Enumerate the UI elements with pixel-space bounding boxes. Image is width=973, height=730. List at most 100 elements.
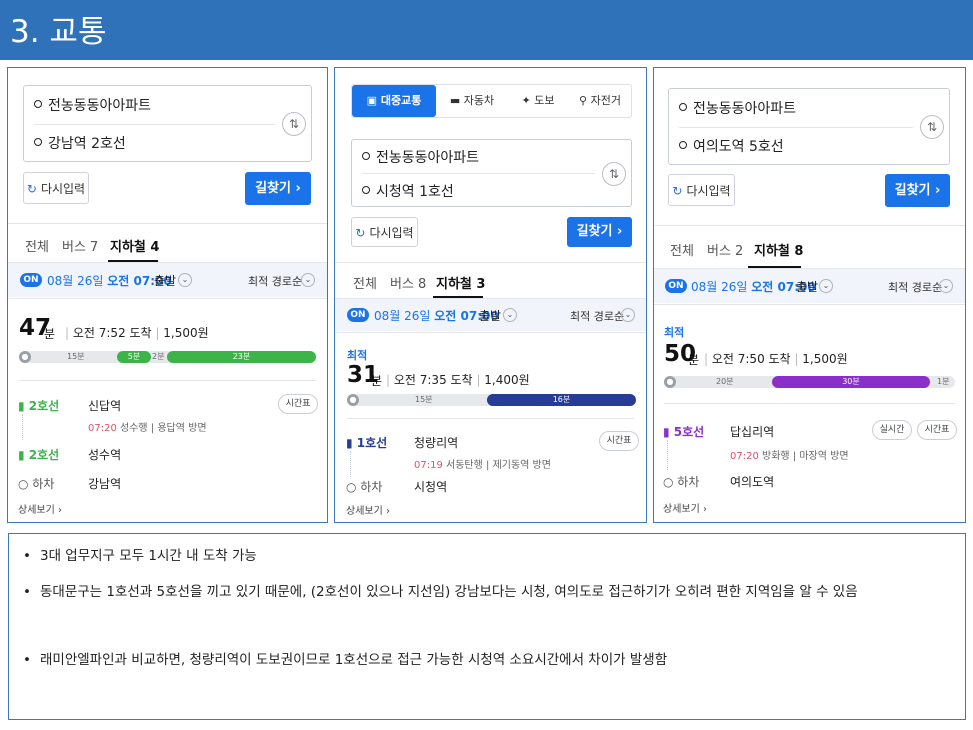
arrival-info: | 오전 7:50 도착 | 1,500원 [704, 352, 848, 366]
timetable-button[interactable]: 시간표 [917, 420, 957, 440]
divider [335, 262, 646, 263]
divider [19, 380, 316, 381]
mode-walk[interactable]: ✦ 도보 [508, 85, 568, 117]
tab-subway[interactable]: 지하철 4 [110, 236, 159, 255]
subway-segment-1: 16분 [487, 394, 636, 406]
reset-button[interactable]: ↻ 다시입력 [668, 174, 735, 206]
address-divider [362, 173, 595, 174]
details-link[interactable]: 상세보기 › [18, 501, 62, 516]
sort-label[interactable]: 최적 경로순 [888, 279, 942, 295]
on-badge[interactable]: ON [20, 273, 42, 287]
route-connector [22, 414, 23, 440]
origin-field[interactable]: 전농동동아아파트 [362, 147, 479, 167]
chevron-down-icon[interactable]: ⌄ [621, 308, 635, 322]
route-timeline-bar: ● 15분 16분 [347, 394, 636, 406]
alight-circle-icon: ○ [18, 477, 33, 491]
on-badge[interactable]: ON [665, 279, 687, 293]
sort-label[interactable]: 최적 경로순 [570, 308, 624, 324]
walk-duration: 15분 [67, 352, 85, 361]
details-link[interactable]: 상세보기 › [346, 502, 390, 517]
swap-icon[interactable]: ⇅ [920, 115, 944, 139]
timetable-button[interactable]: 시간표 [278, 394, 318, 414]
depart-label: 출발 [154, 274, 177, 288]
sort-label[interactable]: 최적 경로순 [248, 273, 302, 289]
subway-segment-1: 5분 [117, 351, 151, 363]
station-name: 시청역 [414, 480, 448, 494]
car-icon: ▬ [449, 94, 464, 107]
tab-all[interactable]: 전체 [25, 236, 49, 255]
station-name: 신답역 [88, 399, 122, 413]
transfer-duration: 2분 [152, 352, 165, 361]
reset-button[interactable]: ↻ 다시입력 [23, 172, 89, 204]
mode-bike[interactable]: ⚲ 자전거 [568, 85, 632, 117]
destination-field[interactable]: 시청역 1호선 [362, 181, 454, 201]
reset-button[interactable]: ↻ 다시입력 [351, 217, 418, 247]
tab-bus[interactable]: 버스 8 [390, 273, 426, 292]
destination-dot-icon [679, 141, 687, 149]
address-box: 전농동동아아파트 여의도역 5호선 ⇅ [668, 88, 950, 165]
chevron-down-icon[interactable]: ⌄ [939, 279, 953, 293]
subway-icon: ▮ [18, 399, 29, 413]
find-route-button[interactable]: 길찾기 › [245, 172, 311, 205]
find-route-button[interactable]: 길찾기 › [567, 217, 632, 247]
find-route-button[interactable]: 길찾기 › [885, 174, 950, 207]
subway-segment-2: 23분 [167, 351, 316, 363]
depart-label: 출발 [479, 309, 502, 323]
destination-field[interactable]: 여의도역 5호선 [679, 136, 784, 156]
alight-label: ○ 하차 [663, 475, 700, 489]
divider [8, 298, 327, 299]
walk-duration: 15분 [415, 395, 433, 404]
options-bar: ON 08월 26일 오전 07:00 출발 ⌄ 최적 경로순 ⌄ [654, 269, 965, 303]
summary-notes-box: • 3대 업무지구 모두 1시간 내 도착 가능 • 동대문구는 1호선과 5호선을… [8, 533, 966, 720]
timetable-button[interactable]: 시간표 [599, 431, 639, 451]
walk-icon: ● [664, 376, 676, 388]
route-timeline-bar: ● 20분 30분 1분 [664, 376, 955, 388]
mode-transit[interactable]: ▣ 대중교통 [352, 85, 436, 117]
address-box: 전농동동아아파트 강남역 2호선 ⇅ [23, 85, 312, 162]
slide-title: 3. 교통 [10, 14, 107, 50]
walk-icon: ● [19, 351, 31, 363]
arrival-info: | 오전 7:35 도착 | 1,400원 [386, 373, 530, 387]
subway-icon: ▮ [663, 425, 674, 439]
tab-bus[interactable]: 버스 7 [62, 236, 98, 255]
origin-field[interactable]: 전농동동아아파트 [679, 98, 796, 118]
bicycle-icon: ⚲ [579, 94, 591, 107]
bullet-icon: • [23, 548, 31, 564]
tab-subway[interactable]: 지하철 8 [754, 240, 803, 259]
refresh-icon: ↻ [26, 182, 37, 196]
duration-unit: 분 [688, 353, 700, 367]
train-direction: 07:20 성수행 | 용답역 방면 [88, 423, 207, 434]
subway-segment-1: 30분 [772, 376, 930, 388]
tab-all[interactable]: 전체 [670, 240, 694, 259]
alight-circle-icon: ○ [663, 475, 678, 489]
divider [347, 418, 634, 419]
origin-field[interactable]: 전농동동아아파트 [34, 95, 151, 115]
divider [335, 332, 646, 333]
chevron-down-icon[interactable]: ⌄ [178, 273, 192, 287]
station-name: 답십리역 [730, 425, 775, 439]
bus-icon: ▣ [366, 94, 381, 107]
route-connector [350, 451, 351, 477]
realtime-button[interactable]: 실시간 [872, 420, 912, 440]
swap-icon[interactable]: ⇅ [602, 162, 626, 186]
route-panel-cityhall: ▣ 대중교통 ▬ 자동차 ✦ 도보 ⚲ 자전거 전농동동아아파트 시청역 1호선… [334, 67, 647, 523]
tab-bus[interactable]: 버스 2 [707, 240, 743, 259]
station-name: 청량리역 [414, 436, 459, 450]
mode-car[interactable]: ▬ 자동차 [438, 85, 506, 117]
tab-all[interactable]: 전체 [353, 273, 377, 292]
details-link[interactable]: 상세보기 › [663, 500, 707, 515]
destination-field[interactable]: 강남역 2호선 [34, 133, 126, 153]
options-bar: ON 08월 26일 오전 07:00 출발 ⌄ 최적 경로순 ⌄ [335, 299, 646, 331]
chevron-down-icon[interactable]: ⌄ [503, 308, 517, 322]
chevron-down-icon[interactable]: ⌄ [819, 279, 833, 293]
on-badge[interactable]: ON [347, 308, 369, 322]
line-5-label: ▮ 5호선 [663, 425, 705, 439]
route-panel-yeouido: 전농동동아아파트 여의도역 5호선 ⇅ ↻ 다시입력 길찾기 › 전체 버스 2 … [653, 67, 966, 523]
chevron-down-icon[interactable]: ⌄ [301, 273, 315, 287]
tab-subway[interactable]: 지하철 3 [436, 273, 485, 292]
destination-dot-icon [34, 138, 42, 146]
swap-icon[interactable]: ⇅ [282, 112, 306, 136]
note-item: • 동대문구는 1호선과 5호선을 끼고 있기 때문에, (2호선이 있으나 지선… [23, 579, 958, 605]
origin-dot-icon [679, 103, 687, 111]
options-bar: ON 08월 26일 오전 07:00 출발 ⌄ 최적 경로순 ⌄ [8, 263, 327, 297]
